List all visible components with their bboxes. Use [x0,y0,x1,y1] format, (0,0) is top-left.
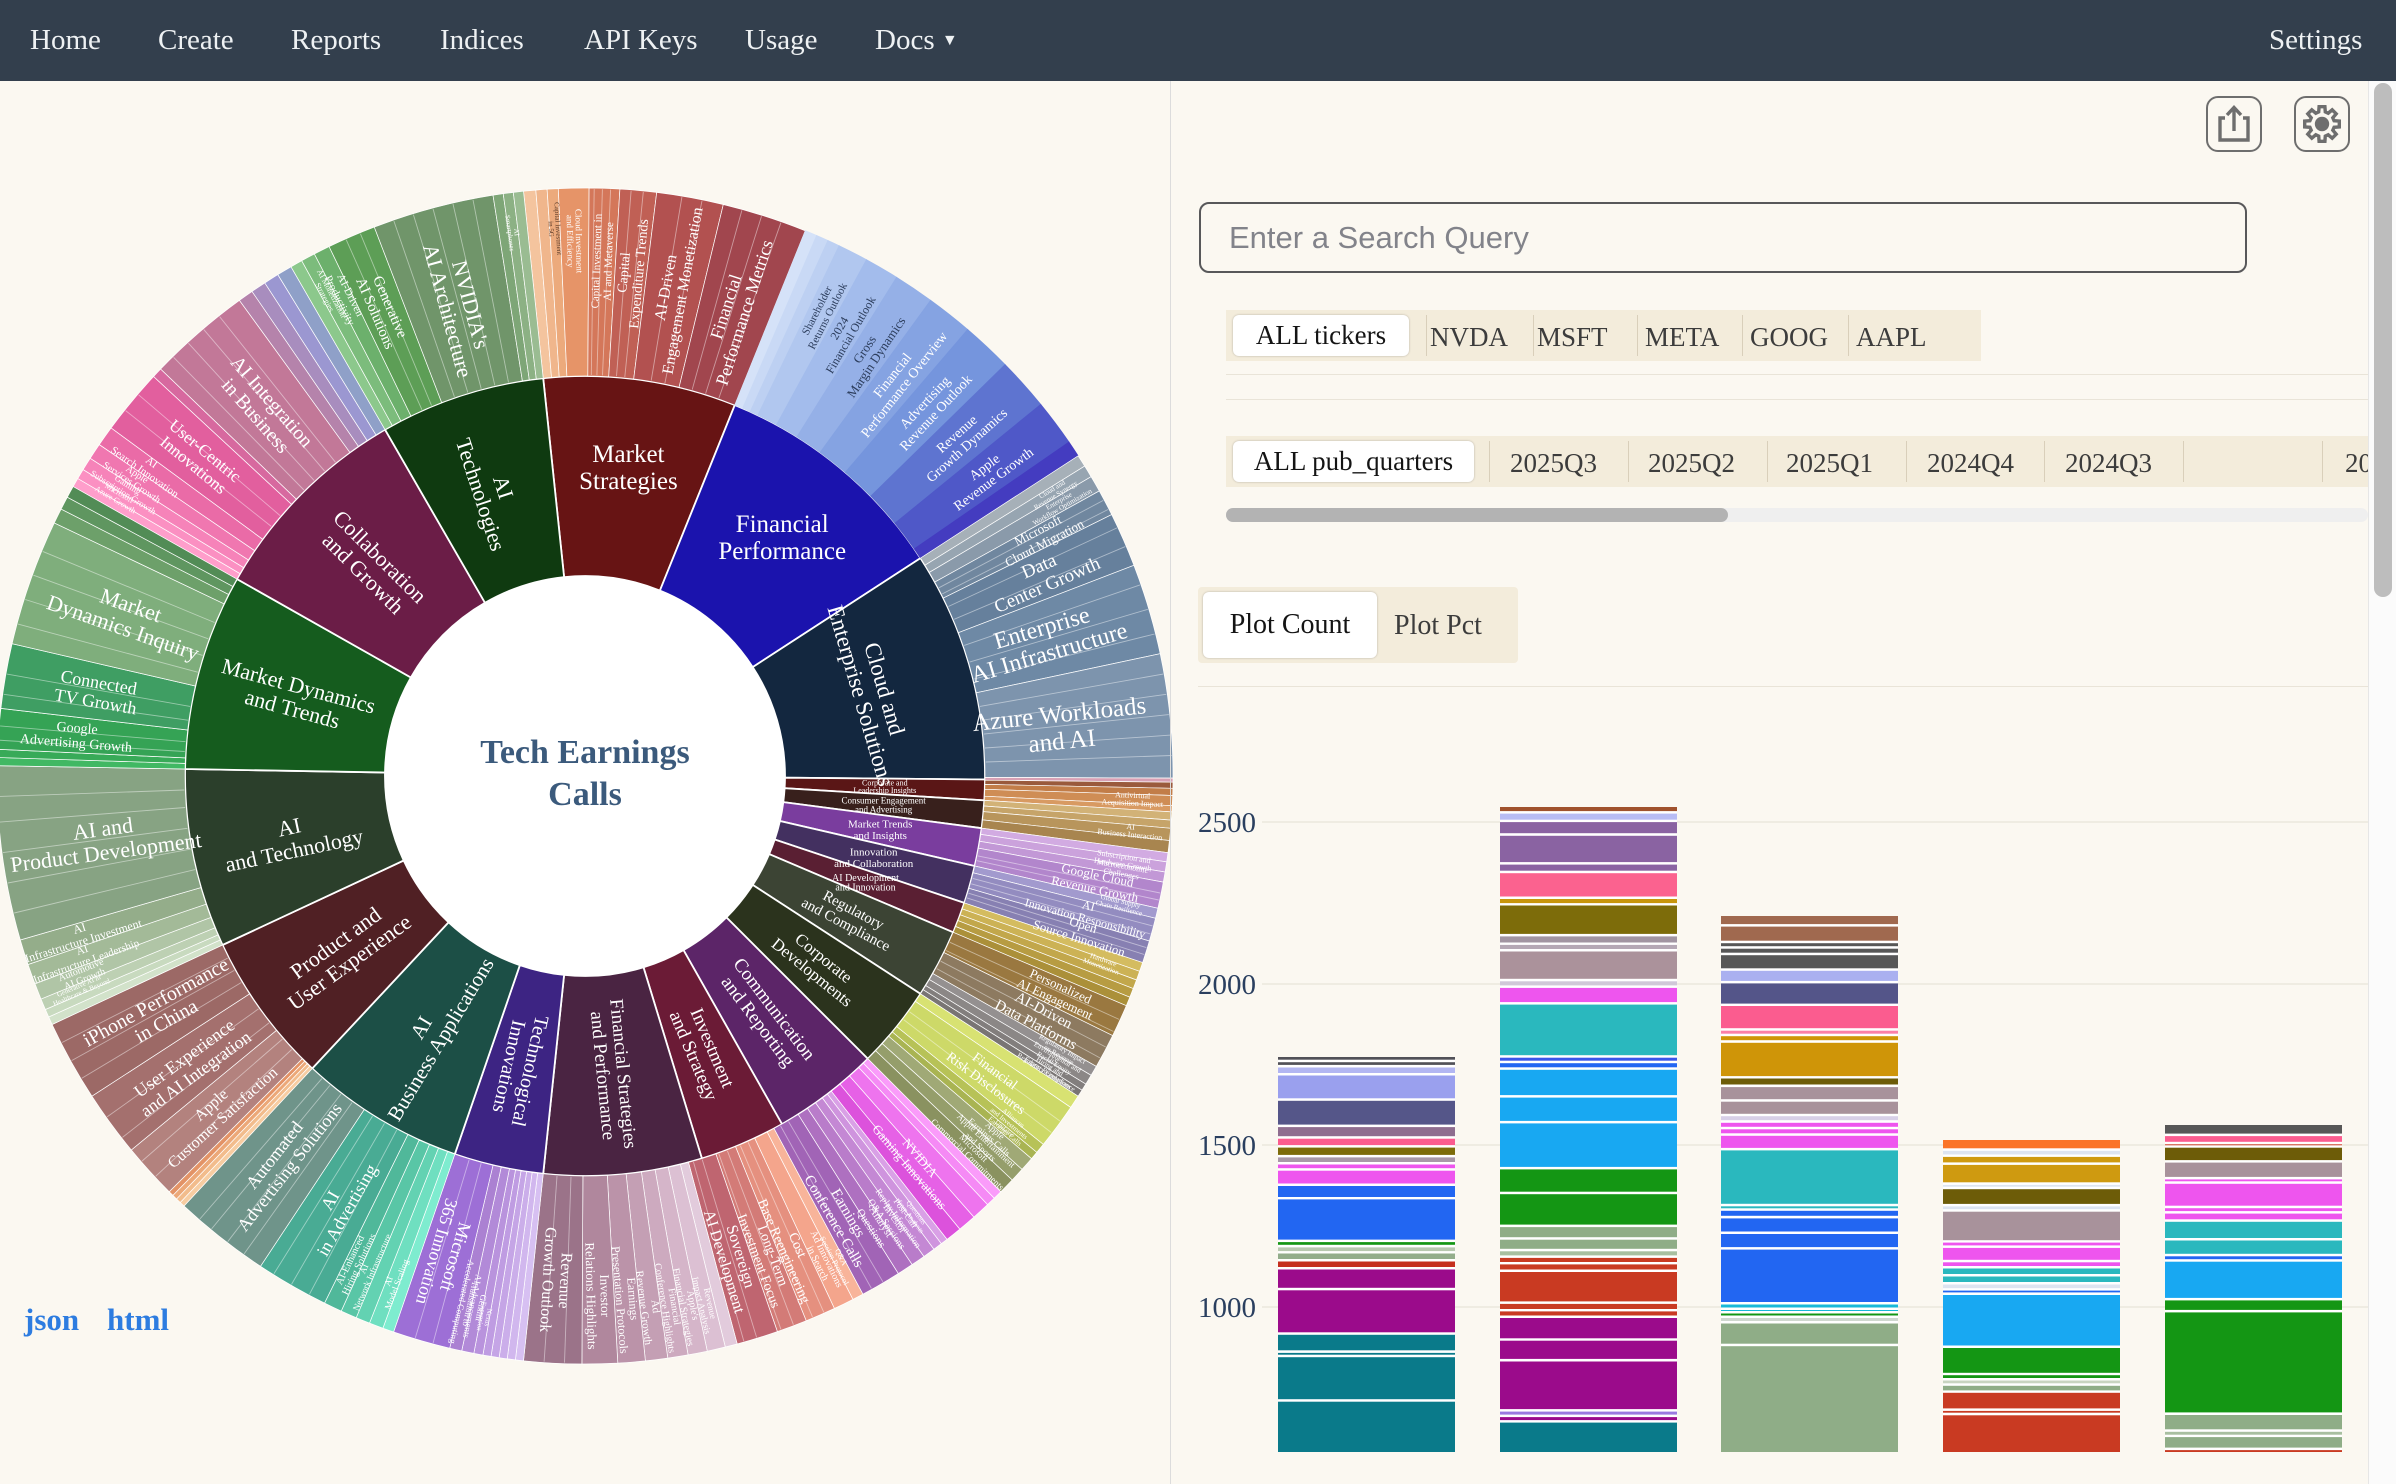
svg-text:2500: 2500 [1198,807,1256,839]
svg-text:FinancialPerformance: FinancialPerformance [718,511,846,565]
svg-text:2000: 2000 [1198,969,1256,1001]
svg-text:1000: 1000 [1198,1292,1256,1324]
svg-text:Cloud Investmentand Efficiency: Cloud Investmentand Efficiency [565,209,585,274]
svg-text:Corporate andLeadership Insigh: Corporate andLeadership Insights [853,778,916,795]
svg-text:Market Trendsand Insights: Market Trendsand Insights [848,818,912,842]
svg-text:MarketStrategies: MarketStrategies [579,441,678,495]
svg-text:AI Developmentand Innovation: AI Developmentand Innovation [832,873,899,894]
svg-text:Calls: Calls [548,776,622,813]
svg-text:1500: 1500 [1198,1130,1256,1162]
svg-text:Tech Earnings: Tech Earnings [480,734,689,771]
svg-text:Capital Investment inAI and Me: Capital Investment inAI and Metaverse [589,213,616,309]
